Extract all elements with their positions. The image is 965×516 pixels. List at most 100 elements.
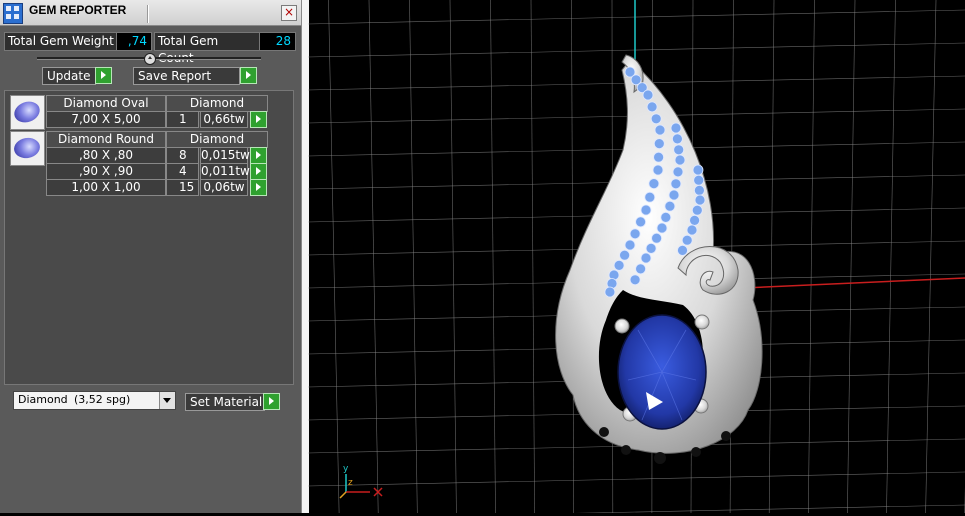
accent-stone [645,192,655,202]
accent-stone [673,167,683,177]
accent-stone [636,264,646,274]
splitter-handle[interactable] [144,53,156,65]
set-material-button[interactable]: Set Material [185,393,265,411]
axis-label-y: y [343,464,349,474]
material-dropdown-value: Diamond [18,393,68,406]
viewport-canvas[interactable]: y z [308,0,965,513]
accent-stone [630,229,640,239]
accent-stone [674,145,684,155]
accent-stone [605,287,615,297]
accent-stone [646,243,656,253]
accent-stone [665,201,675,211]
grid-line [410,0,418,513]
pendant-model[interactable] [556,55,762,464]
accent-stone [669,190,679,200]
gem-reporter-panel: GEM REPORTER × Total Gem Weight ,74 Tota… [0,0,301,513]
update-go-icon[interactable] [95,67,112,84]
title-divider [147,5,149,23]
accent-stone [687,225,697,235]
update-button[interactable]: Update [42,67,96,85]
gem-type-header: Diamond Round [46,131,166,148]
gem-weight-cell: 0,015tw [200,147,248,164]
grid-line [572,0,574,513]
accent-stone [641,253,651,263]
grid-line [491,0,496,513]
accent-stone [652,233,662,243]
oval-gem-thumbnail-icon [10,95,45,130]
grid-line [450,0,456,513]
accent-stone [625,240,635,250]
close-button[interactable]: × [281,5,297,21]
accent-stone [655,125,665,135]
3d-viewport[interactable]: y z [308,0,965,513]
accent-stone [694,185,704,195]
grid-line [308,43,965,57]
accent-stone [675,155,685,165]
grid-line [847,0,855,513]
accent-stone [657,223,667,233]
material-dropdown[interactable]: Diamond (3,52 spg) [13,391,176,410]
save-report-go-icon[interactable] [240,67,257,84]
grid-line [369,0,378,513]
save-report-button[interactable]: Save Report [133,67,240,85]
gem-count-cell: 4 [166,163,199,180]
total-gem-count-value: 28 [259,32,296,51]
select-gem-row-icon[interactable] [250,111,267,128]
grid-line [308,10,965,24]
accent-stone [651,114,661,124]
grid-line [308,505,965,513]
accent-stone [643,90,653,100]
accent-stone [630,275,640,285]
window-title: GEM REPORTER [29,3,126,17]
accent-stone [693,165,703,175]
select-gem-row-icon[interactable] [250,147,267,164]
total-gem-count-label: Total Gem Count [154,32,260,51]
accent-stone [654,152,664,162]
gem-size-cell: ,90 X ,90 [46,163,166,180]
accent-stone [636,217,646,227]
accent-stone [690,215,700,225]
select-gem-row-icon[interactable] [250,163,267,180]
accent-stone [641,205,651,215]
accent-stone [671,123,681,133]
accent-stone [661,212,671,222]
total-gem-weight-value: ,74 [116,32,152,51]
title-bar: GEM REPORTER × [0,0,301,26]
accent-stone [678,245,688,255]
axis-label-z: z [348,478,353,488]
gem-type-header: Diamond Oval [46,95,166,112]
accent-stone [695,195,705,205]
select-gem-row-icon[interactable] [250,179,267,196]
accent-stone [692,205,702,215]
gem-weight-cell: 0,66tw [200,111,248,128]
accent-stone [682,235,692,245]
total-gem-weight-label: Total Gem Weight [4,32,118,51]
set-material-go-icon[interactable] [263,393,280,410]
gem-material-header: Diamond [166,131,268,148]
gem-count-cell: 8 [166,147,199,164]
gem-list: Diamond Oval Diamond 7,00 X 5,00 1 0,66t… [4,90,294,385]
gem-weight-cell: 0,06tw [200,179,248,196]
accent-stone [671,179,681,189]
chevron-down-icon[interactable] [159,392,175,409]
grid-line [531,0,535,513]
accent-stone [672,134,682,144]
accent-stone [654,139,664,149]
gem-reporter-app-icon [3,3,23,24]
accent-stone [653,165,663,175]
gem-count-cell: 15 [166,179,199,196]
gem-size-cell: 7,00 X 5,00 [46,111,166,128]
gem-material-header: Diamond [166,95,268,112]
grid-line [808,0,814,513]
gem-size-cell: ,80 X ,80 [46,147,166,164]
grid-line [329,0,340,513]
gem-size-cell: 1,00 X 1,00 [46,179,166,196]
accent-stone [647,102,657,112]
accent-stone [614,260,624,270]
material-gravity-value: (3,52 spg) [74,393,130,406]
gem-weight-cell: 0,011tw [200,163,248,180]
grid-line [769,0,774,513]
round-gem-thumbnail-icon [10,131,45,166]
accent-stone [620,250,630,260]
accent-stone [649,179,659,189]
